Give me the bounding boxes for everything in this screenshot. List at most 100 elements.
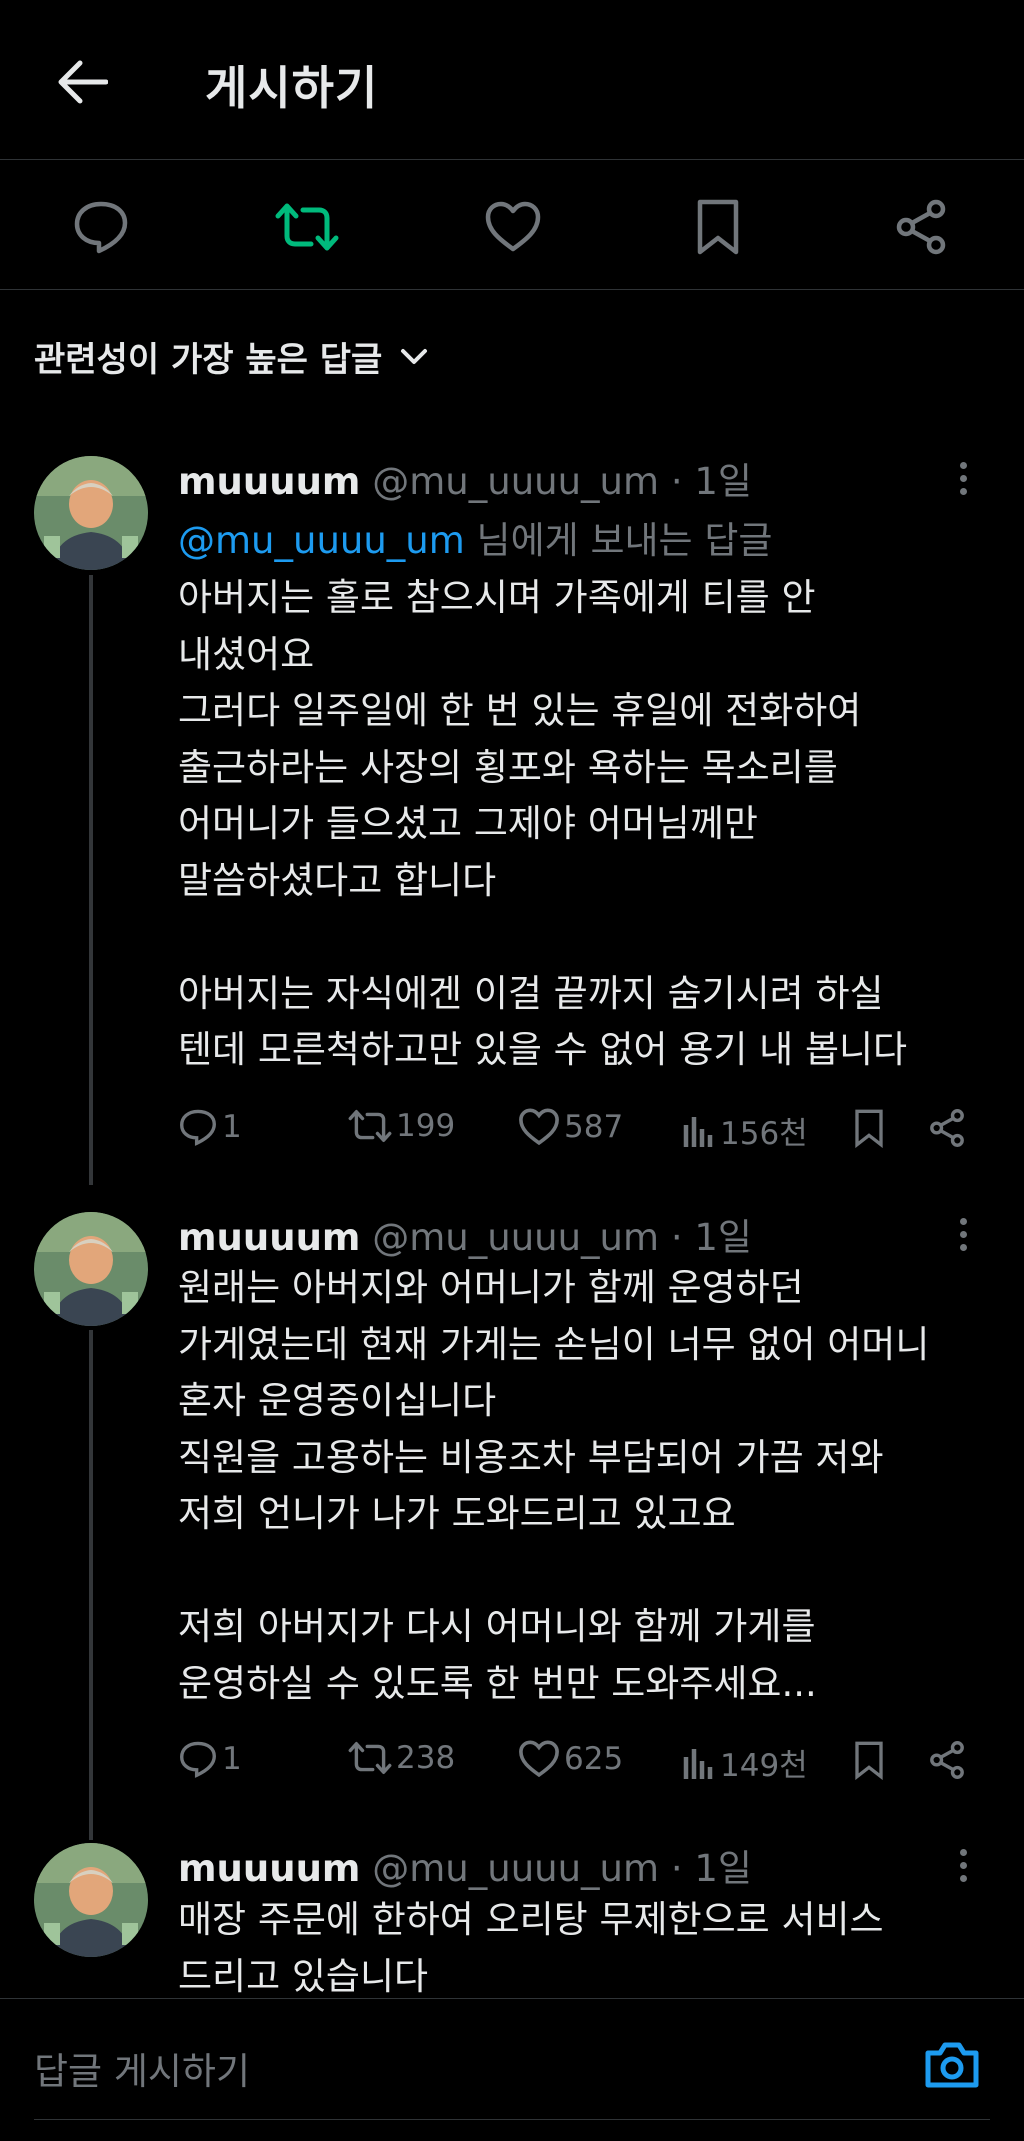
text-line: 가게였는데 현재 가게는 손님이 너무 없어 어머니: [178, 1322, 930, 1366]
timestamp[interactable]: 1일: [694, 460, 752, 503]
text-line: 어머니가 들으셨고 그제야 어머님께만: [178, 802, 758, 845]
display-name[interactable]: muuuum: [178, 1847, 360, 1890]
more-dot: [959, 1874, 967, 1882]
text-line: [178, 909, 998, 966]
view-count: 156천: [720, 1116, 808, 1152]
more-dot: [959, 487, 967, 495]
camera-icon: [925, 2042, 979, 2088]
sort-label: 관련성이 가장 높은 답글: [34, 340, 383, 380]
separator-dot: ·: [670, 1847, 683, 1890]
retweet-button[interactable]: 199: [348, 1108, 455, 1144]
thread-line: [89, 575, 93, 1185]
tweet-text: 아버지는 홀로 참으시며 가족에게 티를 안 내셨어요 그러다 일주일에 한 번…: [178, 570, 998, 1079]
more-options-button[interactable]: [948, 1845, 978, 1885]
reply-input[interactable]: 답글 게시하기: [34, 2041, 250, 2095]
text-line: [178, 1543, 998, 1600]
retweet-button[interactable]: [272, 192, 342, 262]
tweet-actions: 1 199 587 156천: [0, 1108, 1024, 1158]
views-button[interactable]: 149천: [682, 1740, 808, 1785]
more-options-button[interactable]: [948, 458, 978, 498]
divider: [34, 2119, 990, 2120]
text-line: 혼자 운영중이십니다: [178, 1379, 497, 1422]
share-icon: [930, 1109, 964, 1147]
more-options-button[interactable]: [948, 1214, 978, 1254]
user-handle[interactable]: @mu_uuuu_um: [372, 1216, 659, 1259]
replying-to-suffix: 님에게 보내는 답글: [464, 519, 773, 562]
retweet-count: 199: [396, 1108, 456, 1144]
text-line: 원래는 아버지와 어머니가 함께 운영하던: [178, 1266, 804, 1309]
retweet-button[interactable]: 238: [348, 1740, 455, 1776]
retweet-icon: [275, 203, 339, 251]
timestamp[interactable]: 1일: [694, 1216, 752, 1259]
reply-button[interactable]: 1: [178, 1740, 242, 1778]
display-name[interactable]: muuuum: [178, 1216, 360, 1259]
text-line: 아버지는 홀로 참으시며 가족에게 티를 안: [178, 576, 816, 619]
replying-to: @mu_uuuu_um 님에게 보내는 답글: [178, 510, 772, 564]
like-button[interactable]: [478, 192, 548, 262]
text-line: 아버지는 자식에겐 이걸 끝까지 숨기시려 하실: [178, 971, 884, 1015]
retweet-icon: [348, 1110, 392, 1142]
top-header: 게시하기: [0, 0, 1024, 160]
reply-button[interactable]: 1: [178, 1108, 242, 1146]
tweet-text: 매장 주문에 한하여 오리탕 무제한으로 서비스 드리고 있습니다: [178, 1892, 998, 2005]
user-handle[interactable]: @mu_uuuu_um: [372, 460, 659, 503]
back-button[interactable]: [50, 50, 114, 114]
arrow-left-icon: [58, 60, 108, 104]
text-line: 직원을 고용하는 비용조차 부담되어 가끔 저와: [178, 1435, 884, 1479]
text-line: 매장 주문에 한하여 오리탕 무제한으로 서비스: [178, 1898, 884, 1941]
retweet-count: 238: [396, 1740, 456, 1776]
share-button[interactable]: [928, 1740, 966, 1780]
text-line: 저희 아버지가 다시 어머니와 함께 가게를: [178, 1605, 816, 1648]
more-dot: [959, 1861, 967, 1869]
reply-button[interactable]: [66, 192, 136, 262]
page-title: 게시하기: [205, 61, 379, 115]
text-line: 드리고 있습니다: [178, 1954, 429, 1998]
bookmark-button[interactable]: [853, 1108, 885, 1148]
share-icon: [896, 199, 946, 255]
post-action-bar: [0, 160, 1024, 290]
more-dot: [959, 1243, 967, 1251]
bookmark-button[interactable]: [853, 1740, 885, 1780]
text-line: 저희 언니가 나가 도와드리고 있고요: [178, 1492, 736, 1535]
text-line: 그러다 일주일에 한 번 있는 휴일에 전화하여: [178, 689, 862, 732]
like-button[interactable]: 625: [518, 1740, 623, 1778]
avatar[interactable]: [34, 1212, 148, 1326]
bookmark-icon: [697, 199, 739, 255]
more-dot: [959, 1217, 967, 1225]
more-dot: [959, 461, 967, 469]
share-icon: [930, 1741, 964, 1779]
user-handle[interactable]: @mu_uuuu_um: [372, 1847, 659, 1890]
timestamp[interactable]: 1일: [694, 1847, 752, 1890]
analytics-icon: [683, 1748, 713, 1779]
share-button[interactable]: [928, 1108, 966, 1148]
tweet-text: 원래는 아버지와 어머니가 함께 운영하던 가게였는데 현재 가게는 손님이 너…: [178, 1260, 998, 1712]
more-dot: [959, 474, 967, 482]
analytics-icon: [683, 1116, 713, 1147]
reply-icon: [180, 1109, 216, 1146]
heart-icon: [485, 201, 541, 252]
bookmark-button[interactable]: [683, 192, 753, 262]
share-button[interactable]: [886, 192, 956, 262]
reply-sort-dropdown[interactable]: 관련성이 가장 높은 답글: [34, 332, 428, 381]
tweet-actions: 1 238 625 149천: [0, 1740, 1024, 1790]
reply-count: 1: [222, 1741, 242, 1777]
avatar[interactable]: [34, 1843, 148, 1957]
more-dot: [959, 1230, 967, 1238]
text-line: 텐데 모른척하고만 있을 수 없어 용기 내 봅니다: [178, 1028, 908, 1071]
text-line: 말씀하셨다고 합니다: [178, 858, 497, 902]
views-button[interactable]: 156천: [682, 1108, 808, 1153]
bookmark-icon: [855, 1741, 883, 1780]
avatar[interactable]: [34, 456, 148, 570]
view-count: 149천: [720, 1748, 808, 1784]
heart-icon: [519, 1108, 559, 1146]
mention-link[interactable]: @mu_uuuu_um: [178, 519, 465, 562]
reply-icon: [180, 1741, 216, 1778]
like-button[interactable]: 587: [518, 1108, 623, 1146]
display-name[interactable]: muuuum: [178, 460, 360, 503]
separator-dot: ·: [670, 460, 683, 503]
separator-dot: ·: [670, 1216, 683, 1259]
reply-composer: 답글 게시하기: [0, 1998, 1024, 2141]
camera-button[interactable]: [920, 2035, 984, 2095]
bookmark-icon: [855, 1109, 883, 1148]
more-dot: [959, 1848, 967, 1856]
